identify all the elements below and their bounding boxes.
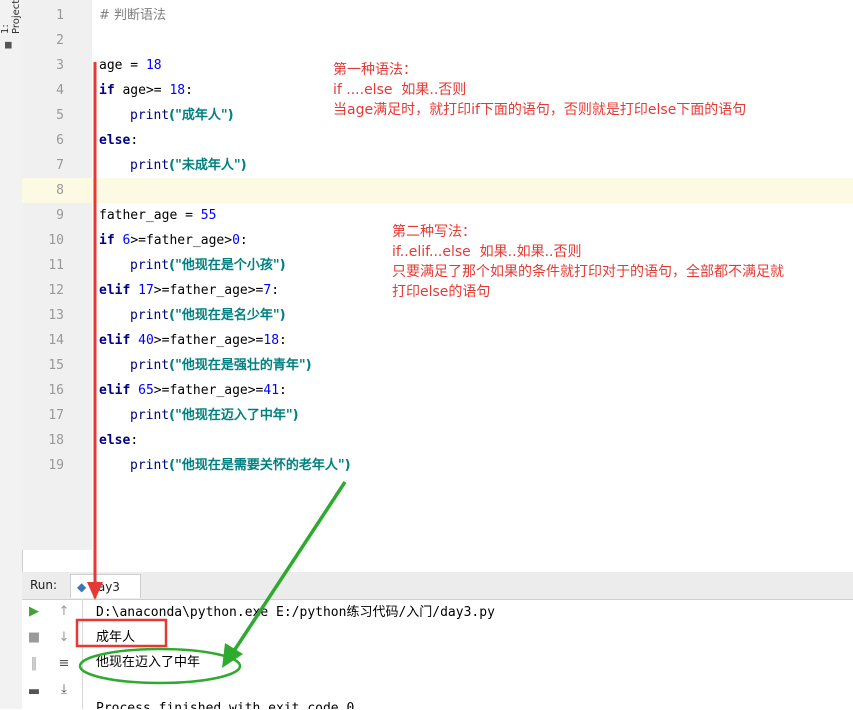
code-line-19[interactable]: print("他现在是需要关怀的老年人") [22, 453, 853, 478]
code-line-16[interactable]: elif 65>=father_age>=41: [22, 378, 853, 403]
run-toolbar-left: ▶ ■ ‖ ▬ [25, 599, 49, 709]
layout-icon[interactable]: ▬ [25, 683, 43, 701]
scroll-down-icon[interactable]: ↓ [55, 629, 73, 647]
annotation-second-syntax: 第二种写法： if..elif...else 如果..如果..否则 只要满足了那… [392, 224, 784, 300]
folder-icon[interactable]: ■ [5, 38, 12, 51]
line-number: 2 [22, 28, 853, 53]
project-tool-tab[interactable]: 1: Project [0, 0, 22, 34]
run-toolbar-right: ↑ ↓ ≡ ⤓ [55, 599, 79, 709]
stop-icon[interactable]: ■ [25, 629, 43, 647]
code-line-6[interactable]: else: [22, 128, 853, 153]
run-panel-header: Run: ◆ day3 [22, 572, 853, 600]
line-number: 8 [22, 178, 853, 203]
line-number-text: 8 [56, 183, 64, 198]
rerun-icon[interactable]: ▶ [25, 603, 43, 621]
run-tab-day3[interactable]: ◆ day3 [70, 574, 141, 598]
line-number-text: 2 [56, 33, 64, 48]
pause-icon[interactable]: ‖ [25, 655, 43, 673]
scroll-to-end-icon[interactable]: ⤓ [55, 681, 73, 699]
annotation-first-syntax: 第一种语法： if ....else 如果..否则 当age满足时，就打印if下… [333, 62, 747, 118]
run-output-line-2: 他现在迈入了中年 [96, 655, 201, 670]
code-line-7[interactable]: print("未成年人") [22, 153, 853, 178]
run-toolbar-divider [82, 599, 83, 709]
scroll-up-icon[interactable]: ↑ [55, 603, 73, 621]
run-command-line: D:\anaconda\python.exe E:/python练习代码/入门/… [96, 605, 495, 620]
python-icon: ◆ [77, 579, 87, 594]
code-line-1[interactable]: # 判断语法 [22, 3, 853, 28]
run-label: Run: [30, 578, 58, 592]
run-tab-label: day3 [90, 579, 120, 594]
left-tool-strip: 1: Project ■ [0, 0, 23, 709]
code-line-13[interactable]: print("他现在是名少年") [22, 303, 853, 328]
run-output-line-1: 成年人 [96, 630, 136, 645]
code-line-17[interactable]: print("他现在迈入了中年") [22, 403, 853, 428]
soft-wrap-icon[interactable]: ≡ [55, 655, 73, 673]
code-line-14[interactable]: elif 40>=father_age>=18: [22, 328, 853, 353]
run-output-line-3: Process finished with exit code 0 [96, 701, 355, 709]
code-line-18[interactable]: else: [22, 428, 853, 453]
code-line-15[interactable]: print("他现在是强壮的青年") [22, 353, 853, 378]
